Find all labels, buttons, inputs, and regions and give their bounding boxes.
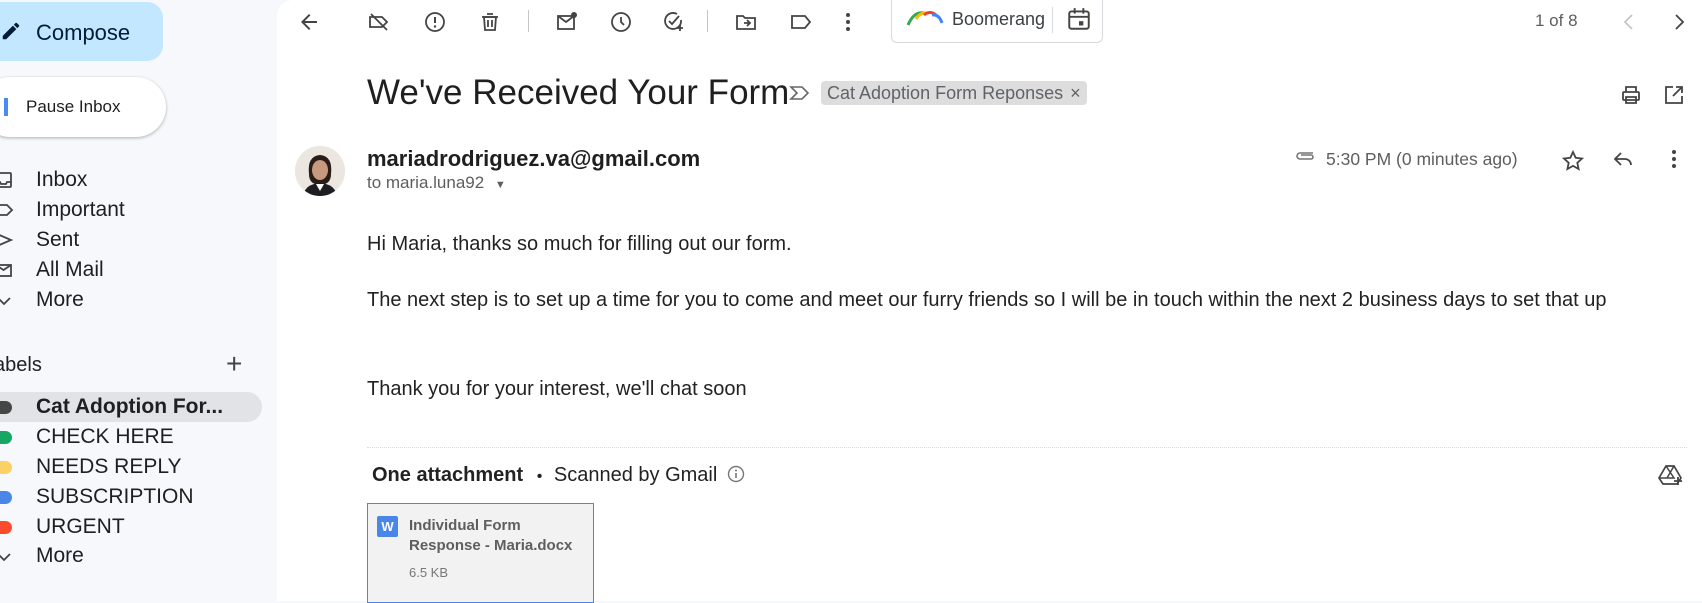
sidebar-label-text: SUBSCRIPTION: [36, 485, 194, 508]
pause-icon: [4, 98, 8, 116]
mark-unread-icon[interactable]: [555, 10, 579, 34]
pause-inbox-button[interactable]: Pause Inbox: [0, 77, 166, 137]
more-vert-icon[interactable]: [836, 10, 860, 34]
label-chip: Cat Adoption Form Reponses ×: [821, 81, 1087, 105]
print-icon[interactable]: [1619, 83, 1643, 107]
sidebar-item-inbox[interactable]: Inbox: [0, 166, 277, 196]
sidebar-label-text: NEEDS REPLY: [36, 455, 182, 478]
sidebar: Compose Pause Inbox Inbox Important Sent…: [0, 0, 277, 601]
sidebar-label-text: URGENT: [36, 515, 125, 538]
pause-inbox-label: Pause Inbox: [26, 97, 121, 116]
boomerang-toolbar: Boomerang: [891, 0, 1103, 43]
attachments-count: One attachment: [372, 464, 524, 486]
label-color-icon: [0, 461, 12, 474]
move-to-icon[interactable]: [734, 10, 758, 34]
boomerang-button[interactable]: Boomerang: [952, 9, 1045, 30]
label-chip-text: Cat Adoption Form Reponses: [827, 82, 1064, 103]
toolbar-divider: [528, 10, 529, 32]
older-chevron-icon[interactable]: [1667, 10, 1691, 34]
sidebar-label-text: CHECK HERE: [36, 425, 174, 448]
sidebar-label-needs-reply[interactable]: NEEDS REPLY: [0, 452, 262, 482]
not-important-icon[interactable]: [367, 10, 391, 34]
info-icon[interactable]: [727, 465, 745, 489]
toolbar-divider: [707, 10, 708, 32]
sender-avatar[interactable]: [295, 146, 345, 196]
sidebar-label-cat-adoption[interactable]: Cat Adoption For...: [0, 392, 262, 422]
sidebar-item-label: Sent: [36, 228, 80, 251]
all-mail-icon: [0, 260, 14, 280]
label-important-icon: [0, 200, 14, 220]
sidebar-item-label: More: [36, 544, 84, 567]
remove-label-icon[interactable]: ×: [1070, 83, 1081, 104]
label-color-icon: [0, 431, 12, 444]
recipient-details-chevron-icon[interactable]: ▼: [495, 179, 506, 191]
sidebar-item-label: More: [36, 288, 84, 311]
compose-label: Compose: [36, 20, 131, 45]
sidebar-label-text: Cat Adoption For...: [36, 395, 224, 418]
word-doc-icon: W: [377, 516, 398, 537]
body-paragraph: Thank you for your interest, we'll chat …: [367, 378, 747, 400]
labels-header: abels +: [0, 348, 277, 382]
delete-icon[interactable]: [478, 10, 502, 34]
attachment-clip-icon: [1293, 146, 1317, 170]
back-arrow-icon[interactable]: [297, 10, 321, 34]
compose-button[interactable]: Compose: [0, 2, 163, 61]
pencil-icon: [0, 20, 22, 47]
scanned-by-gmail: Scanned by Gmail: [553, 464, 718, 486]
sidebar-labels-more[interactable]: More: [0, 542, 277, 572]
attachment-size: 6.5 KB: [409, 565, 449, 580]
sidebar-item-label: Important: [36, 198, 125, 221]
open-new-window-icon[interactable]: [1662, 83, 1686, 107]
report-spam-icon[interactable]: [423, 10, 447, 34]
recipient-text: to maria.luna92: [367, 173, 485, 192]
email-subject: We've Received Your Form: [367, 73, 790, 112]
add-to-drive-icon[interactable]: [1657, 463, 1683, 487]
body-paragraph: The next step is to set up a time for yo…: [367, 289, 1607, 311]
labels-heading: abels: [0, 354, 42, 376]
send-icon: [0, 230, 14, 250]
sidebar-item-all-mail[interactable]: All Mail: [0, 256, 277, 286]
sender-email[interactable]: mariadrodriguez.va@gmail.com: [367, 146, 700, 172]
snooze-clock-icon[interactable]: [609, 10, 633, 34]
boomerang-divider: [1052, 7, 1053, 33]
chevron-down-icon: [0, 290, 14, 310]
sidebar-item-more[interactable]: More: [0, 286, 277, 316]
attachment-filename: Individual Form Response - Maria.docx: [409, 517, 573, 554]
sidebar-label-urgent[interactable]: URGENT: [0, 512, 262, 542]
boomerang-logo-icon: [906, 9, 944, 32]
star-icon[interactable]: [1561, 149, 1585, 173]
calendar-icon[interactable]: [1066, 6, 1092, 37]
inbox-icon: [0, 170, 14, 190]
sidebar-item-important[interactable]: Important: [0, 196, 277, 226]
attachment-divider: [367, 447, 1687, 448]
label-color-icon: [0, 401, 12, 414]
body-paragraph: Hi Maria, thanks so much for filling out…: [367, 233, 792, 255]
label-color-icon: [0, 521, 12, 534]
sidebar-item-sent[interactable]: Sent: [0, 226, 277, 256]
sidebar-item-label: All Mail: [36, 258, 104, 281]
attachment-card[interactable]: W Individual Form Response - Maria.docx …: [367, 503, 594, 603]
recipient-line[interactable]: to maria.luna92 ▼: [367, 173, 506, 193]
bullet-separator: •: [536, 468, 543, 485]
newer-chevron-icon[interactable]: [1617, 10, 1641, 34]
sidebar-item-label: Inbox: [36, 168, 88, 191]
email-timestamp: 5:30 PM (0 minutes ago): [1326, 149, 1518, 169]
more-vert-icon[interactable]: [1662, 147, 1686, 171]
message-view: Boomerang 1 of 8 We've Received Your For…: [277, 0, 1702, 603]
chevron-down-icon: [0, 546, 14, 566]
attachments-header: One attachment • Scanned by Gmail: [372, 464, 745, 489]
label-color-icon: [0, 491, 12, 504]
reply-icon[interactable]: [1611, 147, 1635, 171]
add-label-icon[interactable]: +: [226, 348, 242, 380]
importance-marker-icon[interactable]: [789, 84, 811, 107]
add-task-icon[interactable]: [661, 10, 685, 34]
sidebar-label-check-here[interactable]: CHECK HERE: [0, 422, 262, 452]
label-icon[interactable]: [789, 10, 813, 34]
pager-count: 1 of 8: [1535, 11, 1578, 30]
sidebar-label-subscription[interactable]: SUBSCRIPTION: [0, 482, 262, 512]
